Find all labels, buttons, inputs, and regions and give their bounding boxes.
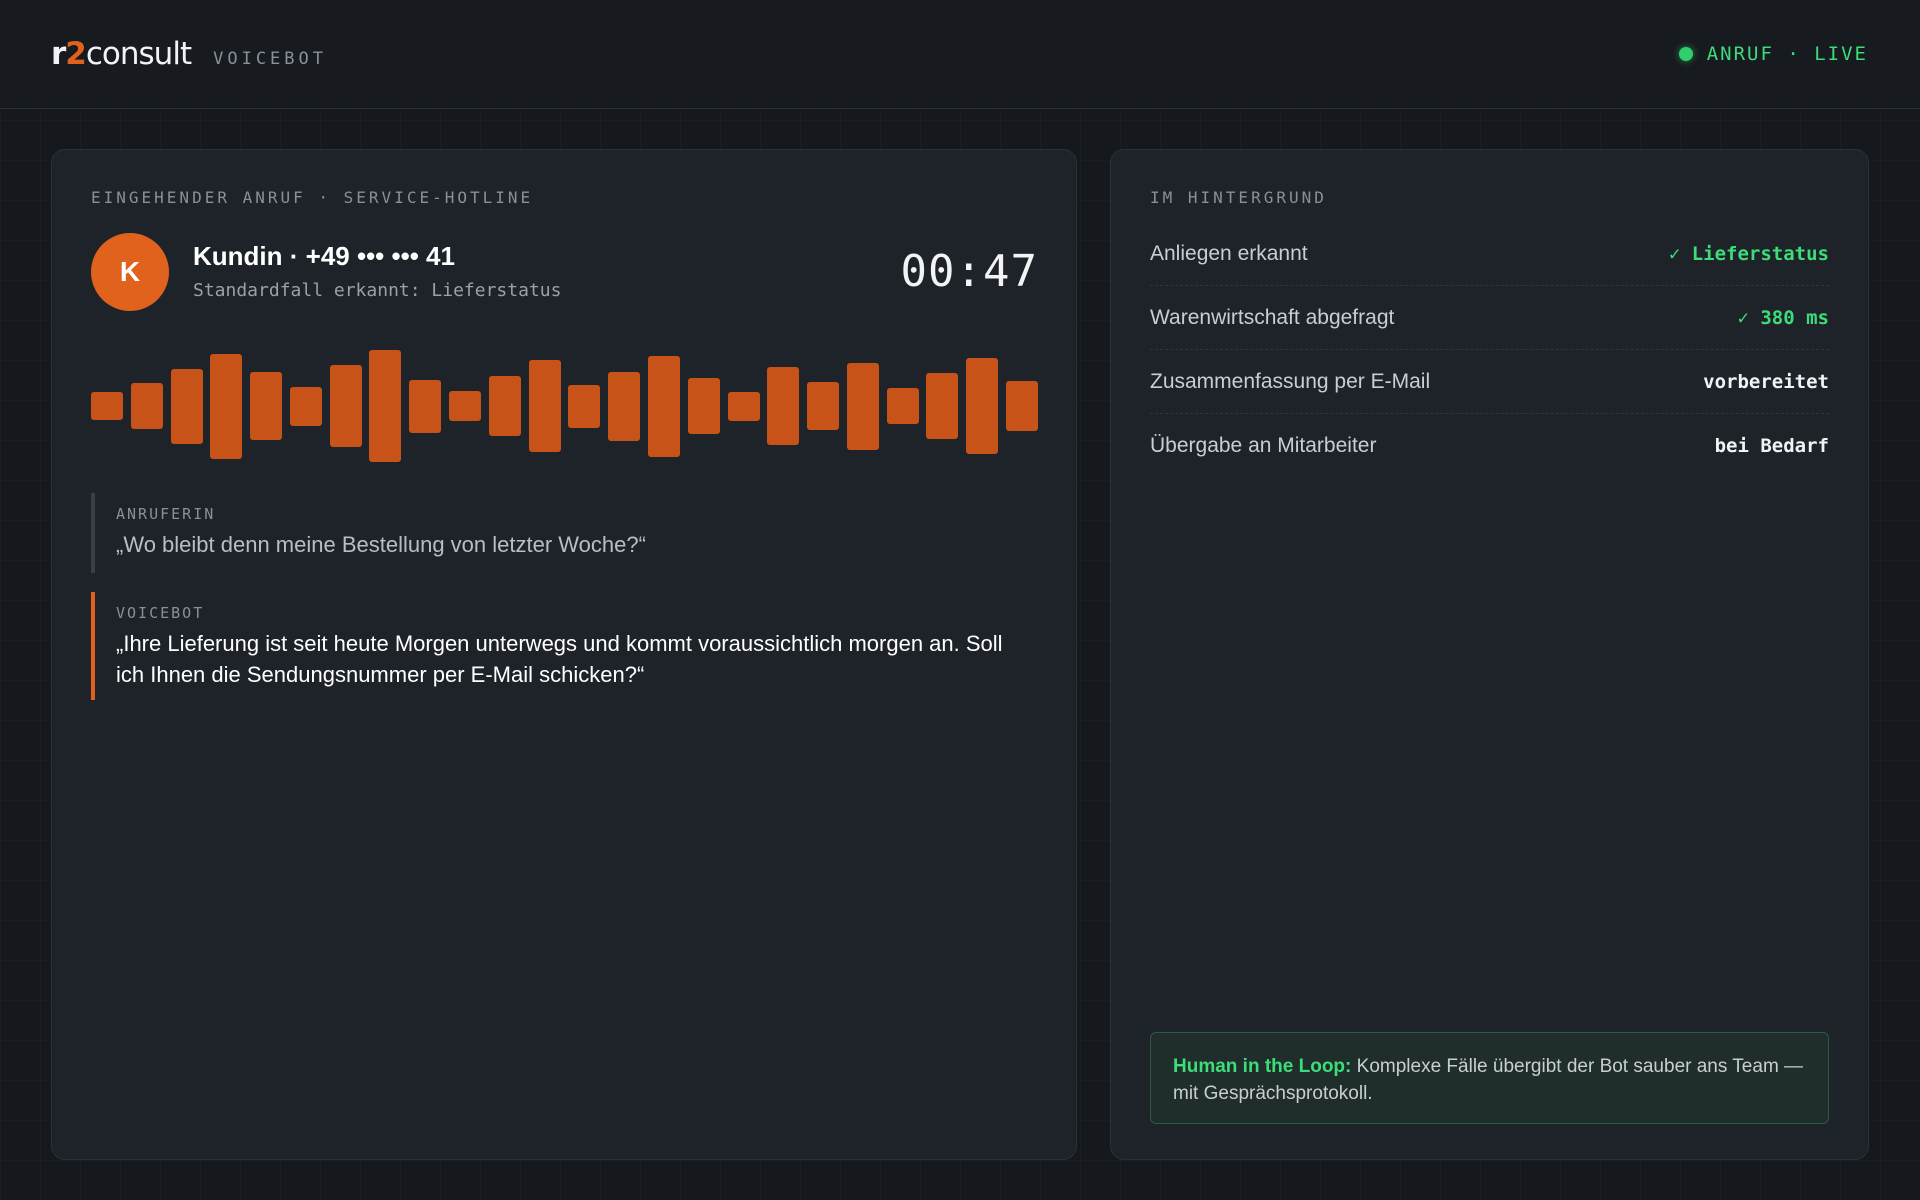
background-eyebrow: IM HINTERGRUND (1150, 188, 1327, 207)
waveform-bar (210, 354, 242, 459)
waveform-bar (529, 360, 561, 452)
transcript-caller: ANRUFERIN „Wo bleibt denn meine Bestellu… (91, 493, 1036, 573)
waveform-bar (369, 350, 401, 462)
waveform-bar (568, 385, 600, 428)
task-row: Anliegen erkannt ✓ Lieferstatus (1150, 222, 1829, 286)
task-row: Warenwirtschaft abgefragt ✓ 380 ms (1150, 286, 1829, 350)
waveform-bar (250, 372, 282, 440)
task-label: Anliegen erkannt (1150, 241, 1308, 265)
caller-avatar: K (91, 233, 169, 311)
waveform-bar (688, 378, 720, 434)
hitl-title: Human in the Loop: (1173, 1056, 1352, 1077)
task-label: Zusammenfassung per E-Mail (1150, 369, 1431, 393)
task-row: Übergabe an Mitarbeiter bei Bedarf (1150, 414, 1829, 478)
waveform-bar (91, 392, 123, 420)
r2consult-logo: r2consult (51, 36, 192, 72)
waveform-bar (290, 387, 322, 426)
caller-subtitle: Standardfall erkannt: Lieferstatus (193, 280, 562, 301)
waveform-bar (330, 365, 362, 447)
waveform-bar (131, 383, 163, 429)
background-task-list: Anliegen erkannt ✓ Lieferstatus Warenwir… (1150, 222, 1829, 478)
product-name: VOICEBOT (213, 49, 327, 69)
transcript-voicebot: VOICEBOT „Ihre Lieferung ist seit heute … (91, 592, 1036, 700)
live-status-indicator: ANRUF · LIVE (1678, 43, 1868, 65)
waveform-bar (608, 372, 640, 441)
transcript-text: „Ihre Lieferung ist seit heute Morgen un… (116, 631, 1003, 687)
waveform-bar (648, 356, 680, 457)
task-status: vorbereitet (1703, 370, 1829, 393)
waveform-bar (728, 392, 760, 421)
waveform-bar (1006, 381, 1038, 431)
waveform-bar (171, 369, 203, 444)
task-status: bei Bedarf (1714, 435, 1829, 457)
task-row: Zusammenfassung per E-Mail vorbereitet (1150, 350, 1829, 414)
transcript-text: „Wo bleibt denn meine Bestellung von let… (116, 532, 646, 557)
waveform-bar (847, 363, 879, 450)
waveform-bar (887, 388, 919, 424)
caller-name: Kundin · +49 ••• ••• 41 (193, 241, 455, 271)
background-panel: IM HINTERGRUND Anliegen erkannt ✓ Liefer… (1110, 149, 1869, 1160)
waveform-bar (489, 376, 521, 436)
waveform-bar (807, 382, 839, 430)
waveform-bar (449, 391, 481, 421)
live-status-label: ANRUF · LIVE (1706, 43, 1868, 65)
speaker-label: ANRUFERIN (116, 505, 216, 523)
audio-waveform (91, 350, 1038, 462)
live-dot-icon (1678, 47, 1693, 61)
task-label: Übergabe an Mitarbeiter (1150, 434, 1377, 457)
waveform-bar (926, 373, 958, 439)
call-eyebrow: EINGEHENDER ANRUF · SERVICE-HOTLINE (91, 188, 534, 207)
brand: r2consult VOICEBOT (51, 36, 327, 72)
waveform-bar (966, 358, 998, 454)
task-status: ✓ 380 ms (1737, 306, 1829, 329)
human-in-the-loop-note: Human in the Loop: Komplexe Fälle übergi… (1150, 1032, 1829, 1124)
call-panel: EINGEHENDER ANRUF · SERVICE-HOTLINE K Ku… (51, 149, 1077, 1160)
waveform-bar (409, 380, 441, 433)
task-label: Warenwirtschaft abgefragt (1150, 305, 1395, 329)
task-status: ✓ Lieferstatus (1668, 242, 1829, 265)
speaker-label: VOICEBOT (116, 604, 205, 622)
call-timer: 00:47 (900, 246, 1038, 297)
top-bar: r2consult VOICEBOT ANRUF · LIVE (0, 0, 1920, 109)
waveform-bar (767, 367, 799, 445)
